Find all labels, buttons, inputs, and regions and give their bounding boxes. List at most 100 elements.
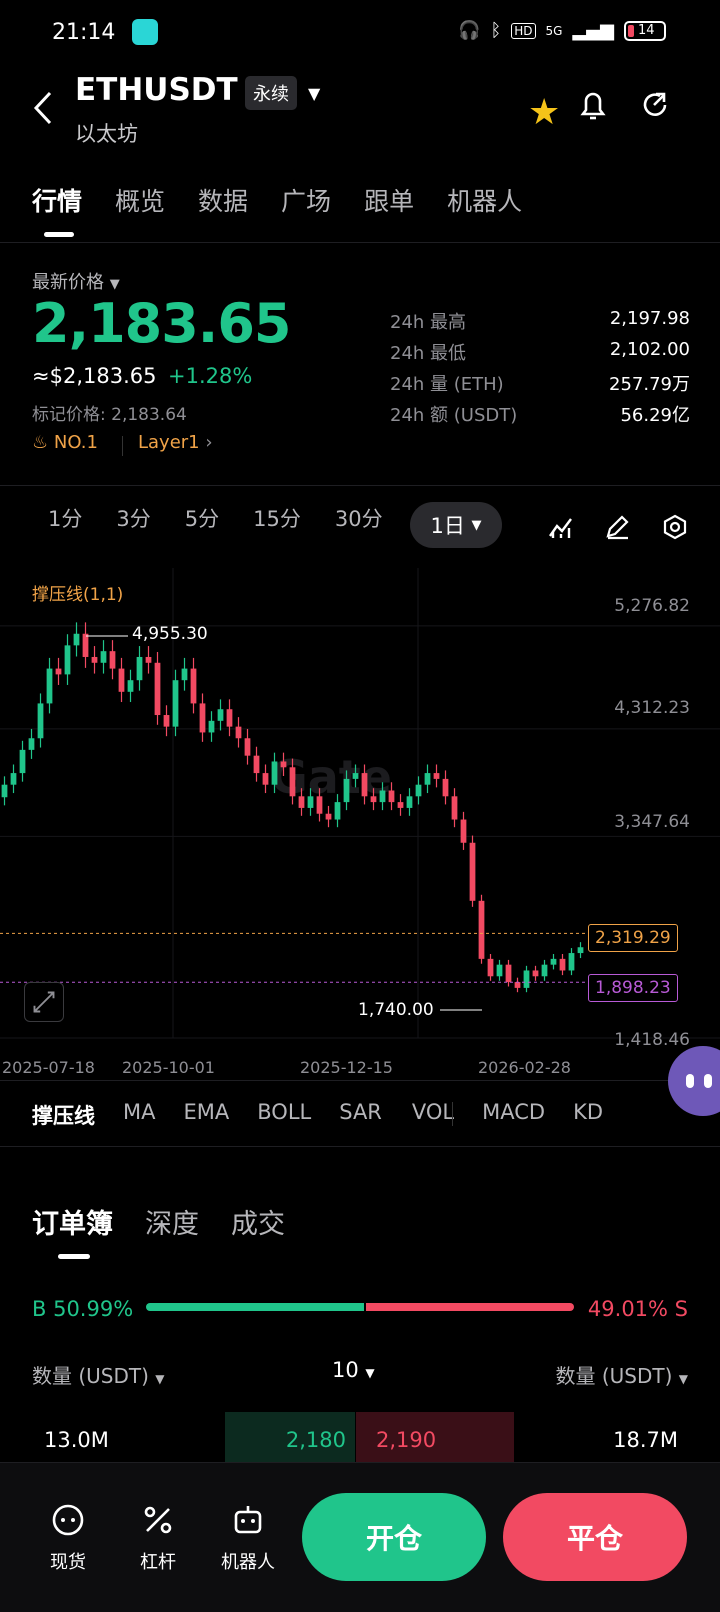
candle-body (343, 778, 350, 803)
interval-30m[interactable]: 30分 (335, 503, 383, 533)
indicator-tab-boll[interactable]: BOLL (257, 1100, 311, 1130)
tab-square[interactable]: 广场 (281, 182, 331, 218)
nav-bot[interactable]: 机器人 (208, 1500, 288, 1574)
signal-bars-icon: ▂▄▆ (572, 20, 614, 41)
nav-margin-label: 杠杆 (140, 1552, 176, 1573)
interval-1m[interactable]: 1分 (48, 503, 82, 533)
indicator-tab-macd[interactable]: MACD (482, 1100, 545, 1130)
x-tick-label: 2026-02-28 (478, 1058, 571, 1077)
nav-spot[interactable]: 现货 (28, 1500, 108, 1574)
stat-volume-label: 24h 量 (ETH) (390, 374, 504, 395)
sector-badge[interactable]: Layer1 › (138, 432, 213, 453)
candle-body (361, 773, 368, 797)
bid-qty[interactable]: 13.0M (44, 1428, 109, 1452)
mark-price: 标记价格: 2,183.64 (32, 405, 187, 425)
interval-5m[interactable]: 5分 (185, 503, 219, 533)
contract-type-badge[interactable]: 永续 (245, 76, 297, 110)
rank-badge[interactable]: ♨ NO.1 (32, 432, 98, 453)
price-label[interactable]: 最新价格 ▼ (32, 268, 120, 294)
bid-price[interactable]: 2,180 (256, 1428, 346, 1452)
tab-orderbook[interactable]: 订单簿 (32, 1202, 113, 1241)
bell-icon[interactable] (578, 88, 608, 122)
indicator-tab-ma[interactable]: MA (123, 1100, 155, 1130)
candle-body (397, 802, 404, 808)
gear-icon[interactable] (662, 514, 688, 540)
candle-body (28, 738, 35, 750)
candle-body (190, 668, 197, 704)
expand-icon[interactable] (24, 982, 64, 1022)
indicator-tab-kd[interactable]: KD (573, 1100, 603, 1130)
y-tick-label: 4,312.23 (614, 698, 690, 718)
candle-body (523, 970, 530, 988)
status-icons: 🎧 ᛒ HD 5G ▂▄▆ 14 (458, 20, 666, 41)
stat-low-label: 24h 最低 (390, 343, 467, 364)
candle-body (325, 813, 332, 820)
pair-title[interactable]: ETHUSDT (75, 72, 238, 108)
battery-level: 14 (638, 23, 655, 38)
back-button[interactable] (30, 88, 60, 128)
indicator-tab-vol[interactable]: VOL (412, 1100, 454, 1130)
candle-body (100, 651, 107, 663)
candle-body (55, 668, 62, 675)
interval-15m[interactable]: 15分 (253, 503, 301, 533)
candle-body (154, 662, 161, 716)
interval-1d[interactable]: 1日 ▼ (410, 502, 502, 548)
close-position-button[interactable]: 平仓 (503, 1493, 687, 1581)
tab-depth[interactable]: 深度 (145, 1202, 199, 1241)
stat-low-value: 2,102.00 (609, 339, 690, 360)
ask-price[interactable]: 2,190 (376, 1428, 436, 1452)
stat-turnover-value: 56.29亿 (620, 405, 690, 426)
low-annotation: 1,740.00 (358, 1000, 434, 1020)
star-icon[interactable]: ★ (528, 92, 560, 133)
ask-qty[interactable]: 18.7M (613, 1428, 678, 1452)
candle-body (469, 842, 476, 901)
candle-body (145, 656, 152, 663)
buy-sell-ratio-bar (146, 1303, 574, 1311)
indicator-tab-ema[interactable]: EMA (183, 1100, 229, 1130)
tab-trades[interactable]: 成交 (231, 1202, 285, 1241)
candle-body (10, 773, 17, 785)
candle-body (559, 958, 566, 971)
candle-body (82, 633, 89, 657)
candle-body (91, 656, 98, 663)
candle-body (406, 796, 413, 808)
stat-high-label: 24h 最高 (390, 312, 467, 333)
open-position-button[interactable]: 开仓 (302, 1493, 486, 1581)
candle-body (244, 738, 251, 756)
stat-volume-value: 257.79万 (609, 374, 690, 395)
candle-body (253, 755, 260, 774)
bluetooth-icon: ᛒ (490, 20, 502, 41)
robot-icon (234, 1506, 262, 1534)
headphones-icon: 🎧 (458, 20, 481, 41)
tab-bot[interactable]: 机器人 (447, 182, 522, 218)
indicator-icon[interactable] (548, 516, 574, 540)
candle-body (334, 802, 341, 820)
bid-qty-header[interactable]: 数量 (USDT) ▼ (32, 1360, 165, 1389)
orderbook-tabs: 订单簿 深度 成交 (32, 1202, 285, 1241)
candle-body (208, 720, 215, 733)
candle-body (433, 773, 440, 779)
y-tick-label: 1,418.46 (614, 1030, 690, 1050)
indicator-tab-sr[interactable]: 撑压线 (32, 1100, 95, 1130)
candle-body (226, 709, 233, 727)
change-percent: +1.28% (168, 364, 253, 388)
caret-down-icon[interactable]: ▼ (308, 84, 320, 103)
indicator-tab-sar[interactable]: SAR (339, 1100, 382, 1130)
candle-body (289, 767, 296, 797)
candle-body (352, 773, 359, 779)
tiktok-app-icon (132, 19, 158, 45)
tab-data[interactable]: 数据 (198, 182, 248, 218)
nav-margin[interactable]: 杠杆 (118, 1500, 198, 1574)
candle-body (19, 749, 26, 774)
candle-body (217, 709, 224, 721)
tab-copy-trade[interactable]: 跟单 (364, 182, 414, 218)
pencil-icon[interactable] (604, 514, 630, 540)
divider (0, 1146, 720, 1147)
ask-qty-header[interactable]: 数量 (USDT) ▼ (555, 1360, 688, 1389)
tab-overview[interactable]: 概览 (115, 182, 165, 218)
share-icon[interactable] (640, 90, 670, 120)
divider (0, 242, 720, 243)
depth-select[interactable]: 10 ▼ (332, 1358, 375, 1382)
tab-market[interactable]: 行情 (32, 182, 82, 218)
interval-3m[interactable]: 3分 (116, 503, 150, 533)
